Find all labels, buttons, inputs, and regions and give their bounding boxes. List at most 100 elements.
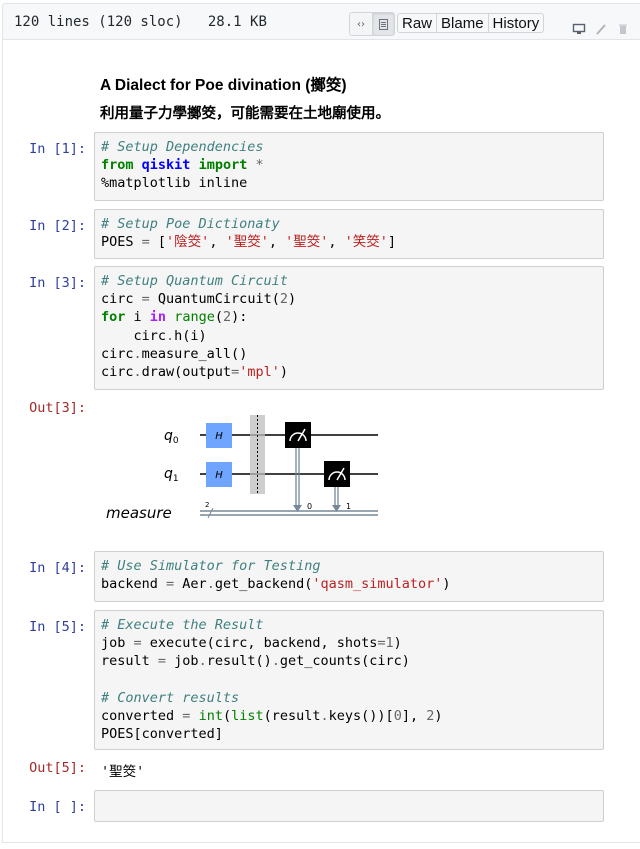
code-line: job = execute(circ, backend, shots=1) xyxy=(101,634,597,652)
gate-label: H xyxy=(215,431,223,442)
code-token: circ xyxy=(101,327,167,344)
pencil-icon[interactable] xyxy=(594,22,608,36)
code-line: result = job.result().get_counts(circ) xyxy=(101,652,597,670)
code-token: h(i) xyxy=(174,327,207,344)
code-token: . xyxy=(166,327,175,344)
code-token: ( xyxy=(222,707,232,724)
measure-bit-index: 1 xyxy=(346,502,351,511)
code-token: job xyxy=(101,635,134,652)
code-view-button[interactable]: ‹› xyxy=(350,13,372,35)
input-prompt: In [4]: xyxy=(29,560,86,576)
code-line: # Setup Poe Dictionaty xyxy=(101,215,597,233)
code-token: 0 xyxy=(393,707,402,724)
code-cell[interactable]: # Setup Poe Dictionaty POES = ['陰筊', '聖筊'… xyxy=(94,209,604,259)
code-token: 'mpl' xyxy=(239,363,280,380)
code-token: 2 xyxy=(222,309,232,326)
rendered-view-button[interactable] xyxy=(372,13,394,35)
code-cell-empty[interactable] xyxy=(94,790,604,822)
code-token: , xyxy=(209,234,226,251)
code-token: ) xyxy=(442,576,451,593)
markdown-title: A Dialect for Poe divination (擲筊) xyxy=(100,77,347,94)
history-button[interactable]: History xyxy=(488,13,545,33)
code-line: # Setup Dependencies xyxy=(101,138,597,156)
code-token: qiskit xyxy=(141,157,191,174)
code-line: circ.measure_all() xyxy=(101,345,597,363)
bus-width: 2 xyxy=(205,501,209,509)
raw-button[interactable]: Raw xyxy=(397,13,438,33)
code-cell[interactable]: # Execute the Result job = execute(circ, … xyxy=(94,610,604,750)
gate-label: H xyxy=(215,470,223,481)
code-cell[interactable]: # Setup Quantum Circuit circ = QuantumCir… xyxy=(94,266,604,390)
code-token: ) xyxy=(279,363,288,380)
input-prompt: In [ ]: xyxy=(29,799,86,815)
code-token: # Setup Dependencies xyxy=(101,139,264,155)
code-token: ) xyxy=(434,707,443,724)
input-prompt: In [1]: xyxy=(29,141,86,157)
code-token: i xyxy=(125,309,150,326)
code-token: ) xyxy=(393,635,402,652)
markdown-subtitle: 利用量子力學擲筊，可能需要在土地廟使用。 xyxy=(100,106,390,122)
code-token: # Setup Poe Dictionaty xyxy=(101,216,280,232)
output-prompt: Out[5]: xyxy=(29,760,86,776)
code-token: measure_all() xyxy=(141,345,248,362)
code-token: execute(circ, backend, shots xyxy=(141,635,378,652)
code-token: ): xyxy=(231,309,248,326)
measure-gate xyxy=(285,422,311,448)
code-token: for xyxy=(101,309,126,326)
file-actions-group: Raw Blame History xyxy=(397,13,545,33)
code-token: circ xyxy=(101,291,142,308)
code-token: 1 xyxy=(385,635,394,652)
code-token: from xyxy=(101,157,134,174)
code-token: = xyxy=(141,234,150,251)
code-token: in xyxy=(149,309,167,326)
code-line: converted = int(list(result.keys())[0], … xyxy=(101,707,597,725)
code-token: . xyxy=(206,576,215,593)
measure-bit-index: 0 xyxy=(307,502,312,511)
code-token: = xyxy=(157,653,167,670)
code-cell[interactable]: # Use Simulator for Testing backend = Aer… xyxy=(94,551,604,602)
blame-button[interactable]: Blame xyxy=(437,13,489,33)
code-token: draw(output xyxy=(141,363,232,380)
code-token: . xyxy=(198,653,207,670)
code-line: for i in range(2): xyxy=(101,308,597,326)
code-token: = xyxy=(166,576,175,593)
code-token: 2 xyxy=(279,291,288,308)
measure-gate xyxy=(324,461,350,487)
code-line: # Convert results xyxy=(101,689,597,707)
code-token: ( xyxy=(214,309,223,326)
file-info: 120 lines (120 sloc) 28.1 KB xyxy=(14,14,267,30)
code-token: range xyxy=(174,309,215,326)
code-token: list xyxy=(231,707,264,724)
trash-icon[interactable] xyxy=(616,22,630,36)
code-icon: ‹› xyxy=(357,18,365,30)
code-token: converted xyxy=(101,707,183,724)
code-line: circ.h(i) xyxy=(101,327,597,345)
code-token: POES[converted] xyxy=(101,726,223,743)
code-token: keys())[ xyxy=(328,707,394,724)
code-token: Aer xyxy=(174,576,207,593)
code-token: circ xyxy=(101,345,134,362)
code-token: ] xyxy=(387,234,397,251)
code-cell[interactable]: # Setup Dependencies from qiskit import *… xyxy=(94,132,604,201)
output-prompt: Out[3]: xyxy=(29,400,86,416)
code-token: , xyxy=(268,234,286,251)
desktop-icon[interactable] xyxy=(572,22,586,36)
code-token: . xyxy=(133,345,142,362)
code-line: # Setup Quantum Circuit xyxy=(101,272,597,290)
output-value: '聖筊' xyxy=(101,764,145,780)
code-line: POES[converted] xyxy=(101,725,597,743)
code-token: * xyxy=(255,157,264,174)
code-token: get_counts(circ) xyxy=(279,653,410,670)
qubit-label: q1 xyxy=(164,466,179,484)
code-token: POES xyxy=(101,234,142,251)
code-token: # Execute the Result xyxy=(101,617,264,633)
code-token: '聖筊' xyxy=(225,234,269,251)
code-token: 'qasm_simulator' xyxy=(312,576,443,593)
barrier xyxy=(250,415,265,494)
code-token: # Convert results xyxy=(101,689,240,706)
code-line: backend = Aer.get_backend('qasm_simulato… xyxy=(101,575,597,593)
code-token: # Use Simulator for Testing xyxy=(101,558,321,574)
code-token: # Setup Quantum Circuit xyxy=(101,273,288,289)
